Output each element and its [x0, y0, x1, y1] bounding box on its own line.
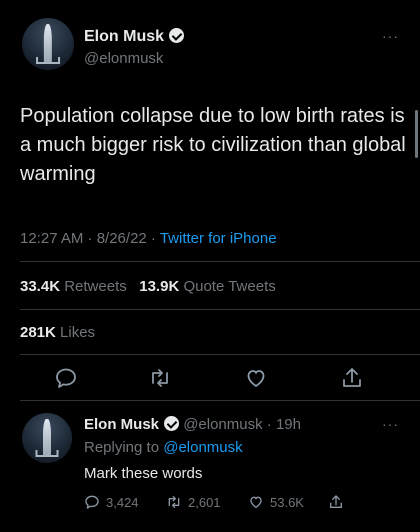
- author-name[interactable]: Elon Musk: [84, 28, 185, 46]
- likes-stat[interactable]: 281K Likes: [20, 324, 95, 341]
- like-icon[interactable]: [244, 366, 268, 390]
- verified-badge-icon: [169, 28, 185, 43]
- timestamp[interactable]: 12:27 AM · 8/26/22 ·: [20, 230, 160, 247]
- replying-to-mention[interactable]: @elonmusk: [163, 439, 242, 456]
- engagement-stats: 33.4K Retweets 13.9K Quote Tweets: [20, 278, 276, 295]
- tweet-text: Population collapse due to low birth rat…: [20, 105, 406, 185]
- like-icon: [250, 496, 262, 508]
- reply-icon[interactable]: [54, 366, 78, 390]
- reply-author-name[interactable]: Elon Musk: [84, 416, 159, 433]
- tweet-source[interactable]: Twitter for iPhone: [160, 230, 277, 247]
- reply-handle-time[interactable]: @elonmusk · 19h: [183, 416, 301, 433]
- reply-avatar[interactable]: [22, 413, 72, 463]
- quote-tweets-stat[interactable]: 13.9K Quote Tweets: [139, 278, 275, 295]
- rocket-fins: [36, 56, 60, 64]
- retweet-icon[interactable]: [148, 366, 172, 390]
- reply-icon: [85, 495, 99, 509]
- scrollbar[interactable]: [415, 110, 418, 158]
- divider: [20, 261, 420, 262]
- retweets-stat[interactable]: 33.4K Retweets: [20, 278, 127, 295]
- divider: [20, 354, 420, 355]
- replying-to: Replying to @elonmusk: [84, 439, 243, 456]
- reply-share-button[interactable]: [328, 494, 344, 510]
- reply-text: Mark these words: [84, 465, 203, 482]
- reply-reply-button[interactable]: 3,424: [84, 494, 139, 510]
- share-icon[interactable]: [340, 366, 364, 390]
- divider: [20, 309, 420, 310]
- tweet-actions: [0, 366, 420, 392]
- share-icon: [330, 495, 342, 508]
- author-handle[interactable]: @elonmusk: [84, 50, 163, 67]
- reply-retweet-button[interactable]: 2,601: [166, 494, 221, 510]
- tweet-timestamp: 12:27 AM · 8/26/22 · Twitter for iPhone: [20, 230, 277, 247]
- avatar[interactable]: [22, 18, 74, 70]
- retweet-icon: [168, 496, 180, 508]
- reply-header: Elon Musk @elonmusk · 19h: [84, 416, 301, 433]
- rocket-fins: [35, 450, 59, 457]
- more-options-icon[interactable]: ···: [382, 28, 399, 44]
- reply-more-options-icon[interactable]: ···: [382, 416, 399, 432]
- reply-like-button[interactable]: 53.6K: [248, 494, 304, 510]
- divider: [20, 400, 420, 401]
- verified-badge-icon: [164, 416, 180, 431]
